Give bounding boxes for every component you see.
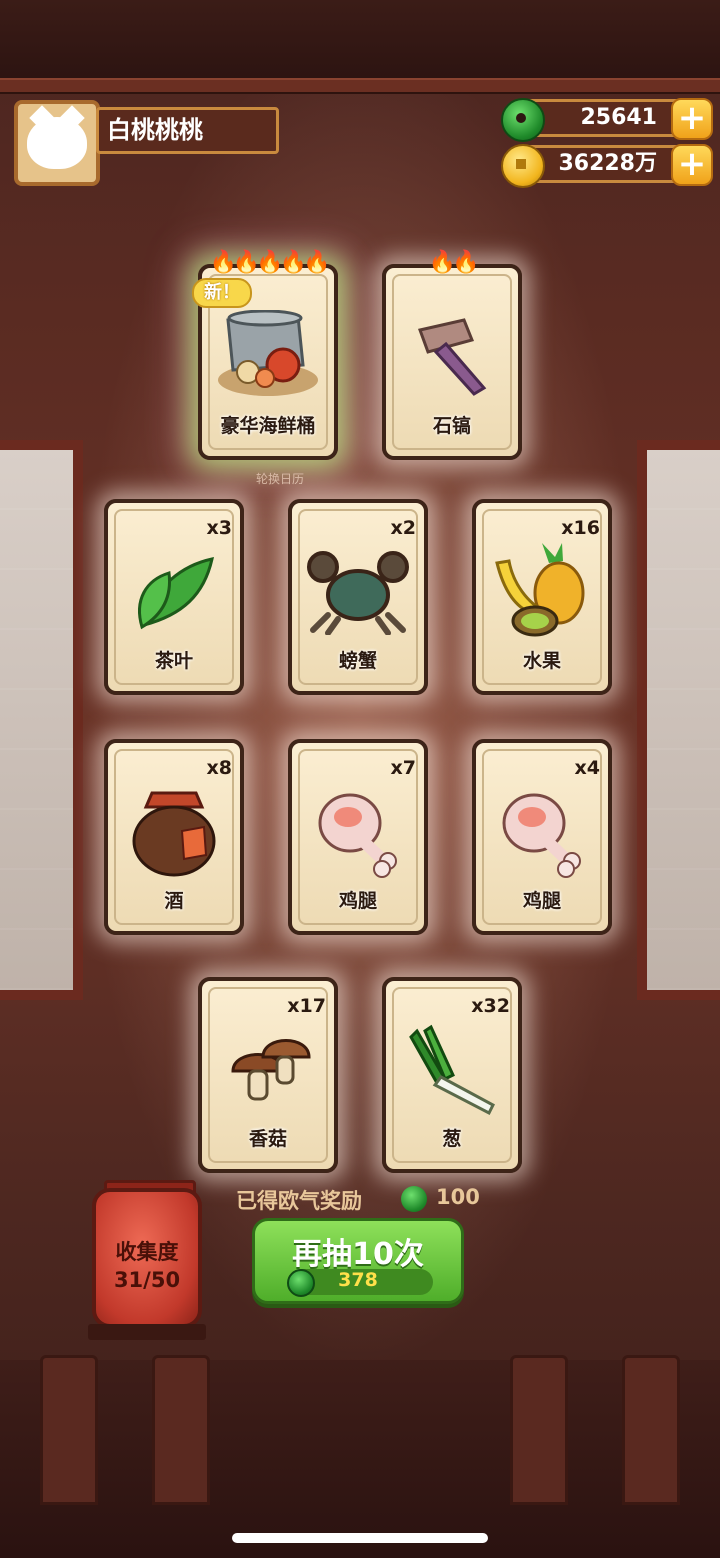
avatar[interactable]	[14, 100, 100, 186]
reward-label: 已得欧气奖励	[236, 1189, 362, 1213]
card-name: 螃蟹	[338, 650, 377, 672]
top-decoration	[0, 0, 720, 78]
card-chicken-leg-1[interactable]: x7 鸡腿	[288, 739, 428, 935]
floor	[0, 1360, 720, 1558]
tea-leaf-icon	[108, 535, 240, 645]
fruit-icon	[476, 535, 608, 645]
card-name: 酒	[164, 890, 184, 912]
fence-post	[40, 1355, 98, 1505]
fence-post	[152, 1355, 210, 1505]
card-tea[interactable]: x3 茶叶	[104, 499, 244, 695]
card-name: 香菇	[248, 1128, 287, 1150]
collection-lantern[interactable]: 收集度 31/50	[92, 1188, 202, 1328]
card-crab[interactable]: x2 螃蟹	[288, 499, 428, 695]
card-mushroom[interactable]: x17 香菇	[198, 977, 338, 1173]
crab-icon	[292, 535, 424, 645]
card-name: 鸡腿	[338, 890, 377, 912]
window-left	[0, 440, 83, 1000]
window-right	[637, 440, 720, 1000]
wine-jar-icon	[108, 775, 240, 885]
stone-pickaxe-icon	[386, 300, 518, 410]
shelf	[0, 78, 720, 94]
card-name: 水果	[522, 650, 561, 672]
rarity-flames: 🔥🔥	[428, 250, 480, 275]
coin-counter: 36228万 +	[501, 144, 713, 188]
add-coins-button[interactable]: +	[671, 144, 713, 186]
jade-counter: 25641 +	[501, 98, 713, 142]
rarity-flames: 🔥🔥🔥🔥🔥	[209, 250, 331, 275]
fence-post	[622, 1355, 680, 1505]
add-jade-button[interactable]: +	[671, 98, 713, 140]
jade-icon	[401, 1186, 427, 1212]
card-name: 石镐	[432, 415, 471, 437]
card-name: 鸡腿	[522, 890, 561, 912]
reward-value: 100	[436, 1185, 480, 1209]
scallion-icon	[386, 1013, 518, 1123]
jade-icon	[501, 98, 545, 142]
chicken-leg-icon	[476, 775, 608, 885]
card-chicken-leg-2[interactable]: x4 鸡腿	[472, 739, 612, 935]
jade-value: 25641	[580, 105, 657, 130]
coin-icon	[501, 144, 545, 188]
card-name: 葱	[442, 1128, 462, 1150]
seafood-bucket-icon	[202, 300, 334, 410]
collection-progress: 31/50	[113, 1268, 181, 1292]
cat-avatar-icon	[27, 117, 87, 169]
fence-post	[510, 1355, 568, 1505]
coin-value: 36228万	[558, 151, 657, 176]
mushroom-icon	[202, 1013, 334, 1123]
card-wine[interactable]: x8 酒	[104, 739, 244, 935]
draw-again-button[interactable]: 再抽10次 378	[252, 1218, 464, 1304]
draw-button-label: 再抽10次	[292, 1237, 424, 1272]
card-stone-pickaxe[interactable]: 🔥🔥 石镐	[382, 250, 522, 460]
home-indicator[interactable]	[232, 1533, 488, 1543]
card-name: 豪华海鲜桶	[220, 415, 316, 437]
card-scallion[interactable]: x32 葱	[382, 977, 522, 1173]
collection-label: 收集度	[115, 1240, 179, 1264]
player-name: 白桃桃桃	[96, 107, 279, 154]
card-name: 茶叶	[154, 650, 193, 672]
card-fruit[interactable]: x16 水果	[472, 499, 612, 695]
card-seafood-bucket[interactable]: 🔥🔥🔥🔥🔥 新！ 豪华海鲜桶	[192, 250, 338, 460]
rotation-calendar-caption: 轮换日历	[255, 472, 304, 486]
draw-cost: 378	[338, 1269, 378, 1291]
lantern-stand	[88, 1324, 206, 1340]
chicken-leg-icon	[292, 775, 424, 885]
